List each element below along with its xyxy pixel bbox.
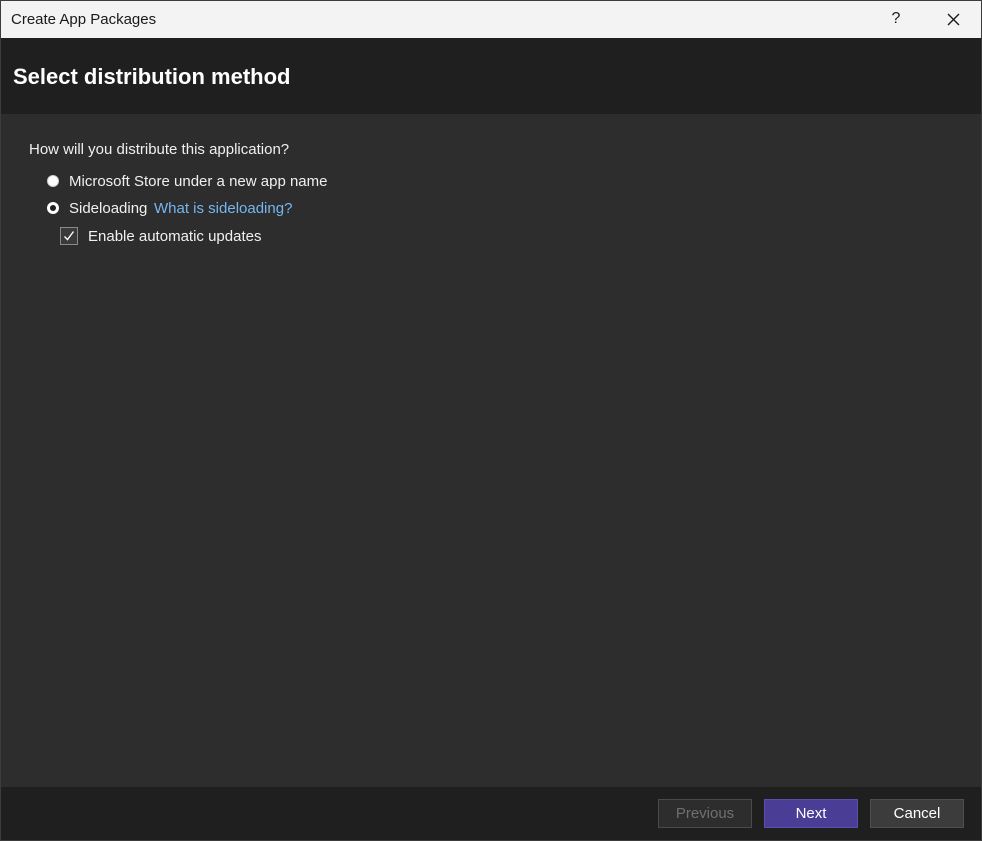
help-button[interactable]: ? (879, 4, 913, 34)
what-is-sideloading-link[interactable]: What is sideloading? (154, 199, 292, 219)
cancel-button[interactable]: Cancel (870, 799, 964, 828)
radio-microsoft-store[interactable]: Microsoft Store under a new app name (47, 172, 337, 192)
create-app-packages-dialog: Create App Packages ? Select distributio… (0, 0, 982, 841)
enable-automatic-updates-checkbox[interactable]: Enable automatic updates (60, 227, 280, 247)
checkbox-label-auto-updates: Enable automatic updates (88, 228, 262, 245)
next-button[interactable]: Next (764, 799, 858, 828)
radio-sideloading[interactable]: Sideloading What is sideloading? (47, 199, 297, 219)
content-panel: How will you distribute this application… (1, 114, 981, 787)
checkmark-icon (64, 231, 75, 241)
window-title: Create App Packages (11, 11, 157, 28)
previous-button[interactable]: Previous (658, 799, 752, 828)
footer-bar: Previous Next Cancel (1, 787, 981, 840)
radio-button-unselected[interactable] (47, 175, 59, 187)
radio-label-sideloading: Sideloading (69, 200, 148, 217)
close-icon (947, 13, 960, 26)
radio-label-microsoft-store: Microsoft Store under a new app name (69, 173, 328, 190)
close-button[interactable] (933, 4, 973, 34)
title-bar: Create App Packages ? (1, 1, 981, 38)
radio-button-selected[interactable] (47, 202, 59, 214)
page-title: Select distribution method (13, 64, 291, 89)
page-header: Select distribution method (1, 38, 981, 114)
distribution-question: How will you distribute this application… (29, 141, 290, 158)
checkbox-checked[interactable] (60, 227, 78, 245)
